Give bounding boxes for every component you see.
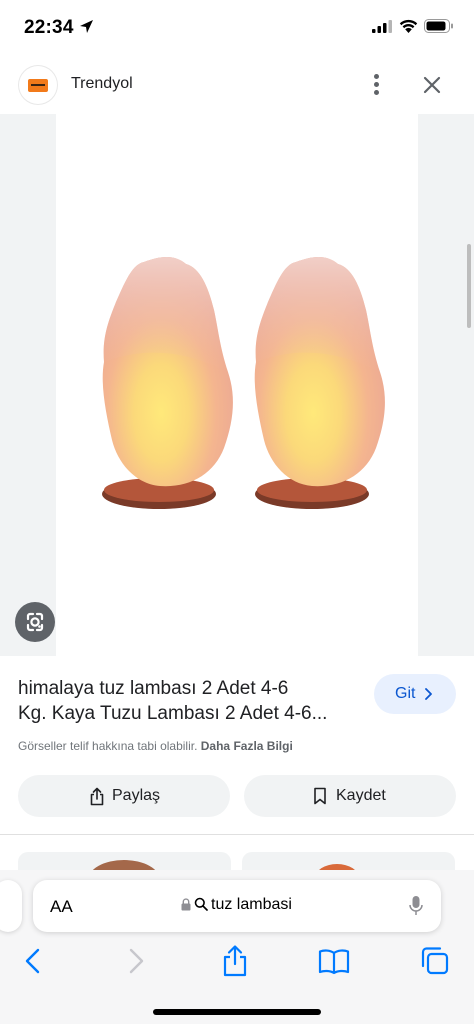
visit-button[interactable]: Git	[374, 674, 456, 714]
site-logo[interactable]	[19, 66, 57, 104]
close-icon[interactable]	[418, 71, 446, 99]
scrollbar[interactable]	[467, 244, 471, 328]
copyright-notice: Görseller telif hakkına tabi olabilir. D…	[18, 739, 293, 753]
product-image[interactable]	[56, 114, 418, 656]
copyright-text: Görseller telif hakkına tabi olabilir.	[18, 739, 198, 753]
chevron-right-icon	[425, 688, 432, 700]
bookmark-icon	[314, 787, 326, 805]
save-button[interactable]: Kaydet	[244, 775, 456, 817]
salt-lamp-illustration	[102, 257, 385, 509]
reader-aa-button[interactable]: AA	[50, 897, 73, 917]
save-button-label: Kaydet	[336, 787, 386, 804]
image-viewer[interactable]	[0, 114, 474, 656]
home-indicator	[153, 1009, 321, 1015]
lens-icon[interactable]	[15, 602, 55, 642]
address-bar[interactable]: AA tuz lambasi	[33, 880, 441, 932]
more-info-link[interactable]: Daha Fazla Bilgi	[201, 739, 293, 753]
result-title[interactable]: himalaya tuz lambası 2 Adet 4-6 Kg. Kaya…	[18, 676, 363, 726]
signal-icon	[372, 20, 392, 33]
book-icon[interactable]	[317, 944, 351, 978]
safari-share-icon[interactable]	[218, 944, 252, 978]
battery-icon	[424, 19, 453, 33]
tabs-icon[interactable]	[418, 944, 452, 978]
status-time: 22:34	[24, 17, 74, 38]
status-bar: 22:34	[0, 0, 474, 56]
divider	[0, 834, 474, 835]
result-title-line1: himalaya tuz lambası 2 Adet 4-6	[18, 678, 289, 699]
share-button[interactable]: Paylaş	[18, 775, 230, 817]
url-text: tuz lambasi	[211, 896, 292, 913]
previous-tab-preview[interactable]	[0, 880, 22, 932]
more-options-button[interactable]	[364, 70, 388, 100]
back-icon[interactable]	[17, 944, 51, 978]
location-arrow-icon	[80, 20, 93, 33]
mic-icon[interactable]	[409, 895, 423, 917]
visit-button-label: Git	[395, 685, 416, 702]
lock-icon	[181, 898, 191, 911]
result-title-line2: Kg. Kaya Tuzu Lambası 2 Adet 4-6...	[18, 703, 328, 724]
search-icon	[194, 897, 208, 911]
site-name[interactable]: Trendyol	[71, 75, 133, 93]
share-button-label: Paylaş	[112, 787, 161, 804]
source-header: Trendyol	[0, 56, 474, 114]
wifi-icon	[399, 19, 418, 33]
forward-icon[interactable]	[118, 944, 152, 978]
share-icon	[90, 787, 104, 806]
